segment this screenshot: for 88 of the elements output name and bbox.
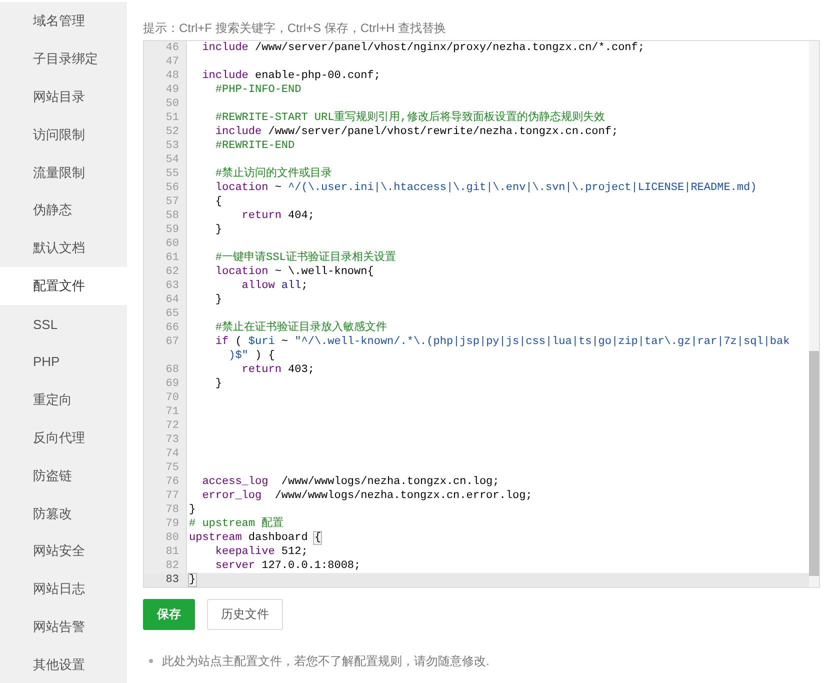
line-number: 74	[164, 447, 180, 461]
code-line: access_log /www/wwwlogs/nezha.tongzx.cn.log;	[201, 475, 500, 489]
code-line: include /www/server/panel/vhost/rewrite/nezha.tongzx.cn.conf;	[214, 125, 618, 139]
sidebar-item[interactable]: 防盗链	[0, 456, 127, 495]
line-number: 75	[164, 461, 180, 475]
line-number: 71	[164, 405, 180, 419]
line-number: 50	[164, 97, 180, 111]
line-number: 58	[164, 209, 180, 223]
hint-text: 提示：Ctrl+F 搜索关键字，Ctrl+S 保存，Ctrl+H 查找替换	[143, 21, 446, 35]
line-number: 83	[164, 573, 180, 587]
line-number: 51	[164, 111, 180, 125]
line-number: 81	[164, 545, 180, 559]
code-line: include /www/server/panel/vhost/nginx/proxy/nezha.tongzx.cn/*.conf;	[201, 41, 644, 55]
line-number: 76	[164, 475, 180, 489]
code-line: }	[188, 503, 196, 517]
sidebar-item[interactable]: 默认文档	[0, 229, 127, 268]
line-number: 57	[164, 195, 180, 209]
line-number: 67	[164, 335, 180, 349]
code-line: # upstream 配置	[188, 517, 284, 531]
code-line: #一键申请SSL证书验证目录相关设置	[214, 251, 396, 265]
line-number: 69	[164, 377, 180, 391]
code-line: location ~ \.well-known{	[214, 265, 374, 279]
line-number: 79	[164, 517, 180, 531]
line-number: 52	[164, 125, 180, 139]
line-number: 70	[164, 391, 180, 405]
sidebar-item[interactable]: 子目录绑定	[0, 40, 127, 78]
line-number: 49	[164, 83, 180, 97]
line-number: 80	[164, 531, 180, 545]
sidebar-item[interactable]: 伪静态	[0, 191, 127, 230]
code-line: if ( $uri ~ "^/\.well-known/.*\.(php|jsp|py|js|css|lua|ts|go|zip|tar\.gz|rar|7z|sql|bak	[214, 335, 790, 349]
code-line: #REWRITE-END	[214, 139, 295, 153]
code-line: #禁止在证书验证目录放入敏感文件	[214, 321, 388, 335]
code-line: #禁止访问的文件或目录	[214, 167, 332, 181]
line-number: 59	[164, 223, 180, 237]
sidebar-item[interactable]: 防篡改	[0, 494, 127, 532]
line-number: 63	[164, 279, 180, 293]
sidebar-item[interactable]: 域名管理	[0, 2, 127, 40]
code-line: return 404;	[240, 209, 314, 223]
bullet-icon	[149, 659, 153, 663]
line-number: 47	[164, 55, 180, 69]
code-line: #REWRITE-START URL重写规则引用,修改后将导致面板设置的伪静态规则失效	[214, 111, 605, 125]
sidebar-item[interactable]: 网站目录	[0, 78, 127, 116]
code-line: error_log /www/wwwlogs/nezha.tongzx.cn.error.log;	[201, 489, 532, 503]
sidebar-item[interactable]: 重定向	[0, 380, 127, 419]
code-line: location ~ ^/(\.user.ini|\.htaccess|\.git|\.env|\.svn|\.project|LICENSE|README.md)	[214, 181, 757, 195]
sidebar-item[interactable]: 配置文件	[0, 267, 127, 306]
line-number: 54	[164, 153, 180, 167]
sidebar-item[interactable]: PHP	[0, 343, 127, 381]
code-line: }	[214, 377, 222, 391]
code-line: keepalive 512;	[214, 545, 308, 559]
line-number: 65	[164, 307, 180, 321]
line-number: 72	[164, 419, 180, 433]
line-number: 64	[164, 293, 180, 307]
sidebar-item[interactable]: 反向代理	[0, 418, 127, 457]
line-number: 73	[164, 433, 180, 447]
code-line: }	[214, 223, 222, 237]
line-number: 68	[164, 363, 180, 377]
code-line: )$" ) {	[228, 349, 275, 363]
line-number: 62	[164, 265, 180, 279]
note-text: 此处为站点主配置文件，若您不了解配置规则，请勿随意修改.	[162, 653, 490, 670]
line-number: 82	[164, 559, 180, 573]
line-number: 60	[164, 237, 180, 251]
sidebar-item[interactable]: 网站安全	[0, 532, 127, 570]
code-line: }	[214, 293, 222, 307]
code-line: include enable-php-00.conf;	[201, 69, 380, 83]
sidebar-item[interactable]: 其他设置	[0, 646, 127, 683]
line-number: 46	[164, 41, 180, 55]
line-number: 56	[164, 181, 180, 195]
code-line: #PHP-INFO-END	[214, 83, 302, 97]
line-number: 77	[164, 489, 180, 503]
sidebar-item[interactable]: 网站日志	[0, 570, 127, 608]
line-number: 78	[164, 503, 180, 517]
sidebar-item[interactable]: 访问限制	[0, 116, 127, 154]
code-line: {	[214, 195, 222, 209]
sidebar-item[interactable]: 流量限制	[0, 154, 127, 192]
line-number: 55	[164, 167, 180, 181]
line-number: 66	[164, 321, 180, 335]
line-number: 61	[164, 251, 180, 265]
code-line: allow all;	[240, 279, 308, 293]
code-line: server 127.0.0.1:8008;	[214, 559, 361, 573]
sidebar-item[interactable]: 网站告警	[0, 608, 127, 646]
scrollbar-thumb[interactable]	[809, 351, 819, 576]
code-line: upstream dashboard {	[188, 531, 322, 545]
code-line: return 403;	[240, 363, 314, 377]
line-number: 48	[164, 69, 180, 83]
sidebar-item[interactable]: SSL	[0, 305, 127, 344]
line-number: 53	[164, 139, 180, 153]
action-button[interactable]: 历史文件	[207, 599, 283, 630]
